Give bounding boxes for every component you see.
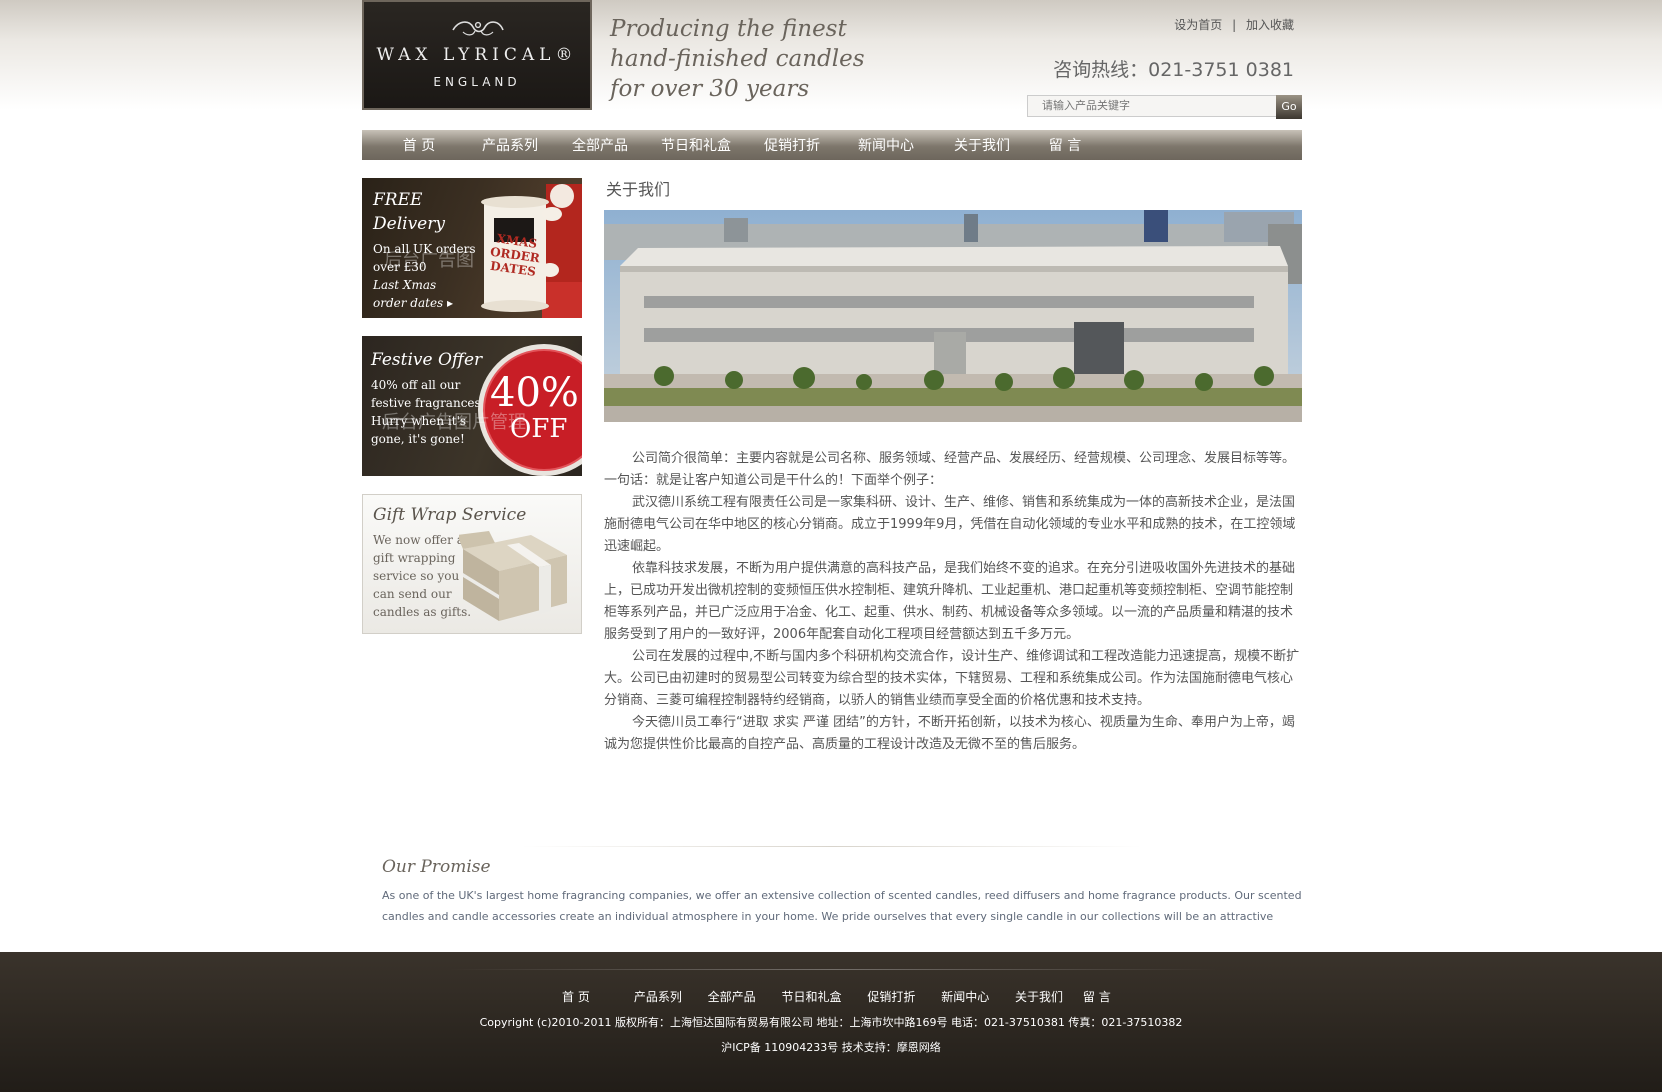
footer-nav-product-series[interactable]: 产品系列	[634, 988, 682, 1005]
tagline-line: hand-finished candles	[610, 46, 865, 72]
footer-icp: 沪ICP备 110904233号 技术支持：摩恩网络	[721, 1041, 941, 1054]
banner-title: Festive Offer	[371, 350, 483, 370]
banner-title-line: Delivery	[373, 214, 445, 234]
banner-text-line: Last Xmas	[373, 278, 437, 292]
link-separator: |	[1232, 18, 1237, 32]
promise-text-line: candles and candle accessories create an…	[382, 910, 1274, 923]
nav-item-message[interactable]: 留 言	[1042, 135, 1088, 155]
logo-subtitle: ENGLAND	[433, 75, 521, 89]
footer-copyright: Copyright (c)2010-2011 版权所有：上海恒达国际有贸易有限公…	[479, 1016, 1183, 1029]
site-logo[interactable]: WAX LYRICAL® ENGLAND	[362, 0, 592, 110]
footer-nav-promotions[interactable]: 促销打折	[867, 988, 915, 1005]
nav-item-news[interactable]: 新闻中心	[856, 135, 916, 155]
footer-nav-message[interactable]: 留 言	[1083, 988, 1111, 1005]
logo-brand: WAX LYRICAL®	[376, 45, 578, 65]
promise-title: Our Promise	[382, 857, 491, 877]
banner-watermark: 后台广告图片管理	[382, 412, 526, 433]
banner-text-line: candles as gifts.	[373, 605, 472, 619]
nav-item-all-products[interactable]: 全部产品	[570, 135, 630, 155]
xmas-order-dates-badge: XMAS ORDER DATES	[481, 230, 548, 280]
footer: 首 页 产品系列 全部产品 节日和礼盒 促销打折 新闻中心 关于我们 留 言 C…	[0, 952, 1662, 1092]
promise-text-line: As one of the UK's largest home fragranc…	[382, 889, 1302, 902]
hotline: 咨询热线：021-3751 0381	[1053, 59, 1294, 81]
banner-text-line: order dates ▸	[373, 296, 454, 310]
article-paragraph: 公司简介很简单：主要内容就是公司名称、服务领域、经营产品、发展经历、经营规模、公…	[604, 451, 1296, 488]
banner-text-line: We now offer a	[373, 533, 464, 547]
flourish-icon	[452, 21, 504, 36]
festive-offer-banner[interactable]: Festive Offer 40% off all our festive fr…	[362, 336, 582, 476]
nav-item-product-series[interactable]: 产品系列	[480, 135, 540, 155]
nav-item-about[interactable]: 关于我们	[952, 135, 1012, 155]
promise-divider	[522, 846, 1142, 847]
footer-nav: 首 页 产品系列 全部产品 节日和礼盒 促销打折 新闻中心 关于我们 留 言	[562, 988, 1111, 1005]
gift-wrap-banner[interactable]: Gift Wrap Service We now offer a gift wr…	[362, 494, 582, 634]
promise-text: As one of the UK's largest home fragranc…	[382, 885, 1302, 927]
page-title: 关于我们	[606, 180, 671, 199]
article-paragraph: 今天德川员工奉行“进取 求实 严谨 团结”的方针，不断开拓创新，以技术为核心、视…	[604, 715, 1295, 752]
main-nav: 首 页 产品系列 全部产品 节日和礼盒 促销打折 新闻中心 关于我们 留 言	[362, 130, 1302, 160]
search-button[interactable]: Go	[1276, 95, 1302, 119]
tagline-line: for over 30 years	[610, 76, 810, 102]
banner-text-line: can send our	[373, 587, 452, 601]
add-favorite-link[interactable]: 加入收藏	[1246, 18, 1294, 32]
banner-text-line: gift wrapping	[373, 551, 456, 565]
about-article: 公司简介很简单：主要内容就是公司名称、服务领域、经营产品、发展经历、经营规模、公…	[604, 448, 1300, 756]
footer-divider	[448, 969, 1218, 970]
banner-watermark: 后台广告图	[384, 250, 474, 271]
banner-text-line: service so you	[373, 569, 460, 583]
banner-title: FREE Delivery	[373, 188, 445, 236]
footer-nav-home[interactable]: 首 页	[562, 988, 612, 1005]
top-links: 设为首页 | 加入收藏	[1174, 16, 1294, 33]
article-paragraph: 依靠科技求发展，不断为用户提供满意的高科技产品，是我们始终不变的追求。在充分引进…	[604, 561, 1296, 642]
tagline-line: Producing the finest	[610, 16, 847, 42]
banner-text: We now offer a gift wrapping service so …	[373, 531, 471, 621]
free-delivery-banner[interactable]: FREE Delivery On all UK orders over £30 …	[362, 178, 582, 318]
footer-nav-about[interactable]: 关于我们	[1015, 988, 1063, 1005]
search-input[interactable]	[1027, 95, 1297, 117]
nav-item-holiday-gifts[interactable]: 节日和礼盒	[660, 135, 732, 155]
factory-photo	[604, 210, 1302, 422]
banner-text-line: 40% off all our	[371, 378, 461, 392]
set-homepage-link[interactable]: 设为首页	[1174, 18, 1222, 32]
gift-box-icon	[459, 531, 567, 621]
article-paragraph: 武汉德川系统工程有限责任公司是一家集科研、设计、生产、维修、销售和系统集成为一体…	[604, 495, 1296, 554]
banner-title: Gift Wrap Service	[373, 505, 527, 525]
nav-item-promotions[interactable]: 促销打折	[762, 135, 822, 155]
article-paragraph: 公司在发展的过程中,不断与国内多个科研机构交流合作，设计生产、维修调试和工程改造…	[604, 649, 1300, 708]
banner-title-line: FREE	[373, 190, 423, 210]
footer-nav-holiday-gifts[interactable]: 节日和礼盒	[782, 988, 842, 1005]
footer-nav-all-products[interactable]: 全部产品	[708, 988, 756, 1005]
footer-nav-news[interactable]: 新闻中心	[941, 988, 989, 1005]
nav-item-home[interactable]: 首 页	[394, 135, 444, 155]
tagline: Producing the finest hand-finished candl…	[610, 14, 910, 104]
page-wrapper: WAX LYRICAL® ENGLAND Producing the fines…	[362, 0, 1302, 1092]
